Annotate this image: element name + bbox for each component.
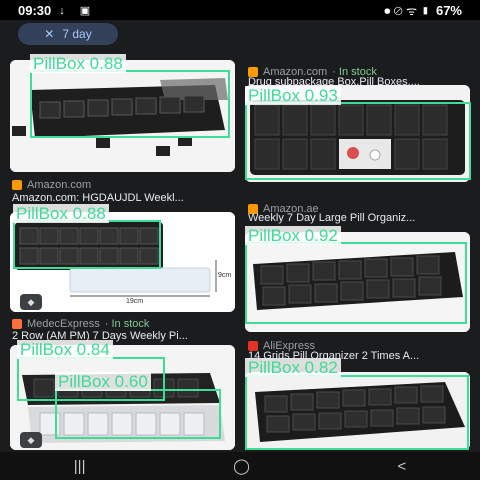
- tag-icon: ◆: [20, 432, 42, 448]
- detection-label: PillBox 0.93: [245, 86, 341, 105]
- tag-icon: ◆: [20, 294, 42, 310]
- close-icon[interactable]: ✕: [44, 27, 54, 41]
- result-title[interactable]: Drug subpackage Box,Pill Boxes,...: [248, 76, 473, 88]
- measurement-height: 9cm: [218, 272, 232, 279]
- store-favicon: [12, 319, 22, 329]
- system-nav-bar: ||| ◯ <: [0, 452, 480, 480]
- detection-label: PillBox 0.88: [13, 204, 109, 223]
- detection-box: [30, 70, 230, 138]
- battery-percent: 67%: [435, 2, 462, 18]
- source-label: Amazon.com: [27, 179, 92, 191]
- measurement-width: 19cm: [126, 298, 144, 305]
- back-icon[interactable]: <: [397, 458, 406, 475]
- signal-icons: ⏺ ⊘ ᯤ ▮: [384, 3, 430, 18]
- result-source[interactable]: MedecExpress · In stock: [12, 318, 149, 330]
- result-title[interactable]: Weekly 7 Day Large Pill Organiz...: [248, 212, 473, 224]
- detection-box: [245, 375, 469, 450]
- filter-chip-label: 7 day: [62, 27, 92, 41]
- notification-icons: ↓ ▣: [59, 4, 97, 17]
- result-title[interactable]: Amazon.com: HGDAUJDL Weekl...: [12, 192, 237, 204]
- detection-box: [55, 389, 221, 439]
- detection-box: [245, 102, 471, 180]
- amazon-favicon: [12, 180, 22, 190]
- result-source[interactable]: Amazon.com: [12, 179, 91, 191]
- detection-label: PillBox 0.60: [55, 372, 151, 391]
- detection-box: [245, 242, 467, 324]
- detection-label: PillBox 0.92: [245, 226, 341, 245]
- status-bar: 09:30 ↓ ▣ ⏺ ⊘ ᯤ ▮ 67%: [0, 0, 480, 20]
- detection-label: PillBox 0.88: [30, 54, 126, 73]
- clock: 09:30: [18, 2, 52, 18]
- source-label: MedecExpress: [27, 318, 100, 330]
- stock-status: · In stock: [104, 318, 150, 330]
- detection-box: [13, 220, 161, 269]
- result-title[interactable]: 14 Grids Pill Organizer 2 Times A...: [248, 350, 473, 362]
- filter-chip-7-day[interactable]: ✕ 7 day: [18, 23, 118, 45]
- recents-icon[interactable]: |||: [74, 458, 86, 475]
- system-icons: ⏺ ⊘ ᯤ ▮ 67%: [384, 2, 462, 19]
- detection-label: PillBox 0.84: [17, 340, 113, 359]
- home-icon[interactable]: ◯: [233, 457, 250, 475]
